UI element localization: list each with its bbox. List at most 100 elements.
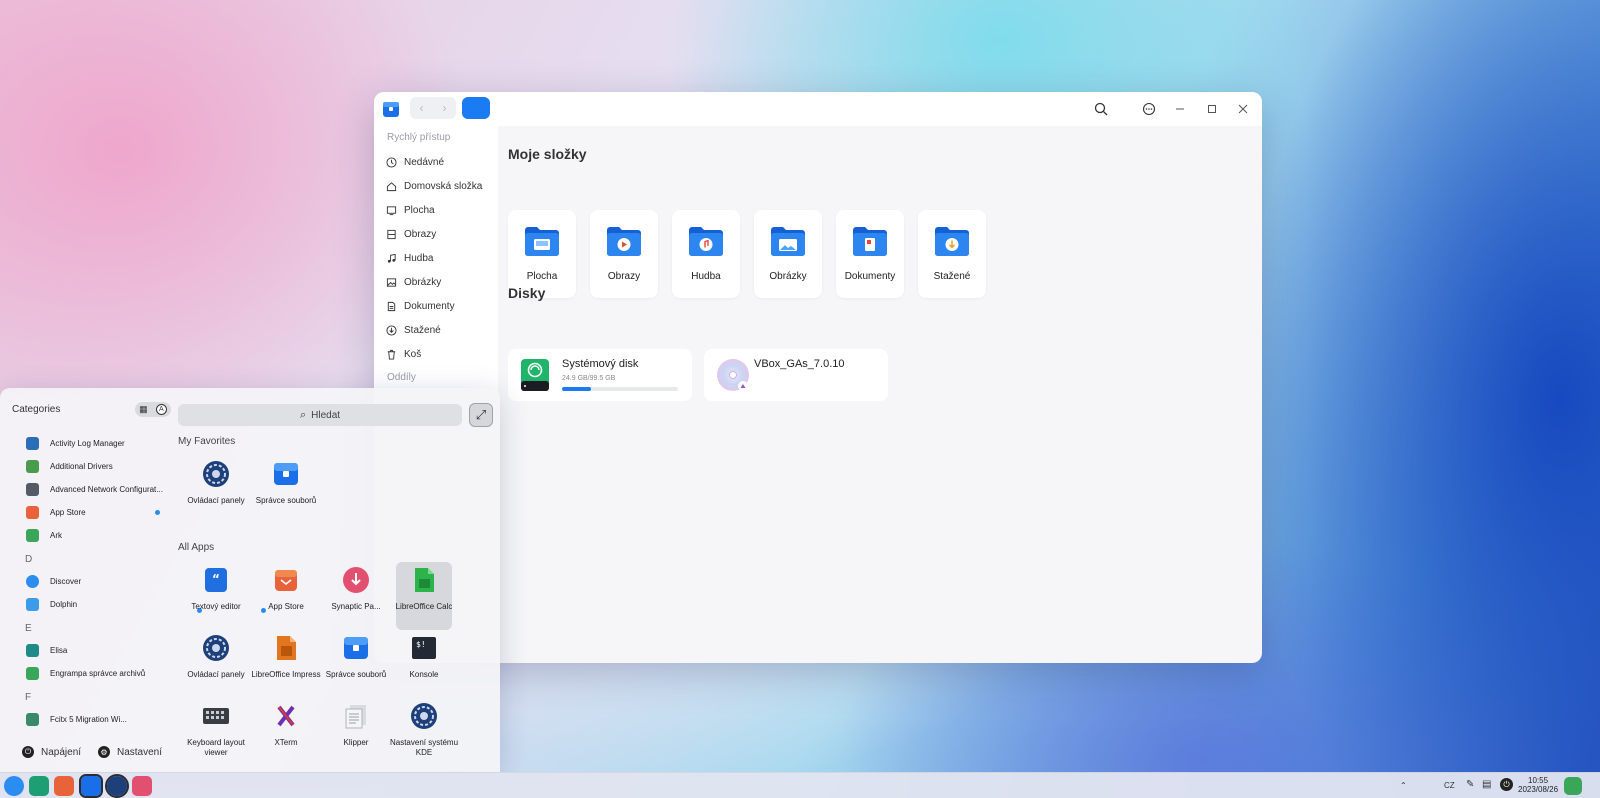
power-icon: ⏻ xyxy=(22,746,34,758)
sidebar-item-music[interactable]: Hudba xyxy=(386,250,433,266)
file-manager-app-icon xyxy=(383,102,399,117)
optical-disc-icon xyxy=(717,359,749,391)
minimize-icon[interactable] xyxy=(1171,100,1189,118)
power-button[interactable]: ⏻ Napájení xyxy=(22,746,81,758)
app-label: Ovládací panely xyxy=(187,496,245,505)
taskbar-app-synaptic[interactable] xyxy=(132,776,152,796)
list-item[interactable]: Elisa xyxy=(26,641,67,659)
app-label: Ovládací panely xyxy=(187,670,245,679)
trash-icon xyxy=(387,349,396,360)
location-button[interactable] xyxy=(462,97,490,119)
sidebar-item-label: Hudba xyxy=(404,252,434,264)
list-item[interactable]: Advanced Network Configurat... xyxy=(26,480,163,498)
letter-heading: D xyxy=(25,554,33,565)
file-manager-icon xyxy=(274,463,298,485)
more-options-icon[interactable] xyxy=(1140,100,1158,118)
show-desktop-button[interactable] xyxy=(1564,777,1582,795)
sidebar-item-videos[interactable]: Obrazy xyxy=(386,226,436,242)
list-item[interactable]: Fcitx 5 Migration Wi... xyxy=(26,710,127,728)
folder-label: Dokumenty xyxy=(844,271,896,282)
folder-label: Obrazy xyxy=(607,271,641,282)
settings-button[interactable]: ⚙ Nastavení xyxy=(98,746,162,758)
app-tile[interactable]: Synaptic Pa... xyxy=(328,562,384,630)
file-manager-icon xyxy=(344,637,368,659)
close-icon[interactable] xyxy=(1234,100,1252,118)
list-item[interactable]: Engrampa správce archivů xyxy=(26,664,145,682)
disk-usage-text: 24.9 GB/99.5 GB xyxy=(562,375,616,382)
app-tile[interactable]: “ Textový editor xyxy=(188,562,244,630)
app-tile[interactable]: LibreOffice Impress xyxy=(251,630,321,698)
libreoffice-impress-icon xyxy=(277,636,296,660)
disk-system[interactable]: Systémový disk 24.9 GB/99.5 GB xyxy=(508,349,692,401)
search-input[interactable]: ⌕ Hledat xyxy=(178,404,462,426)
drive-icon[interactable]: ▤ xyxy=(1482,779,1491,790)
chevron-up-icon[interactable]: ⌃ xyxy=(1400,781,1407,790)
list-item[interactable]: Ark xyxy=(26,526,62,544)
app-label: LibreOffice Calc xyxy=(395,602,453,611)
clock[interactable]: 10:55 2023/08/26 xyxy=(1518,776,1558,794)
download-icon xyxy=(386,324,397,336)
app-tile[interactable]: App Store xyxy=(258,562,314,630)
home-icon xyxy=(386,181,397,191)
folder-videos[interactable]: Obrazy xyxy=(590,210,658,298)
search-icon[interactable] xyxy=(1092,100,1110,118)
list-item-label: Advanced Network Configurat... xyxy=(50,484,163,494)
alphabetical-view-icon[interactable]: A xyxy=(155,404,167,415)
back-button[interactable]: ‹ xyxy=(410,97,433,119)
taskbar-app-store[interactable] xyxy=(54,776,74,796)
app-tile[interactable]: Nastavení systému KDE xyxy=(390,698,458,766)
file-manager-window: ‹ › Rychlý přístup Nedávné Domovská slož… xyxy=(374,92,1262,663)
folder-music[interactable]: Hudba xyxy=(672,210,740,298)
sidebar-item-recent[interactable]: Nedávné xyxy=(386,154,444,170)
sidebar-item-downloads[interactable]: Stažené xyxy=(386,322,441,338)
clock-time: 10:55 xyxy=(1528,776,1549,785)
list-item[interactable]: Dolphin xyxy=(26,595,77,613)
sidebar-item-home[interactable]: Domovská složka xyxy=(386,178,482,194)
folder-documents[interactable]: Dokumenty xyxy=(836,210,904,298)
app-tile[interactable]: Ovládací panely xyxy=(187,456,245,524)
app-tile[interactable]: Správce souborů xyxy=(326,630,386,698)
search-icon: ⌕ xyxy=(299,408,307,421)
folder-downloads[interactable]: Stažené xyxy=(918,210,986,298)
network-icon xyxy=(26,482,39,496)
fcitx-icon xyxy=(26,712,39,726)
grid-view-icon[interactable]: ▦ xyxy=(139,404,148,415)
desktop-folder-icon xyxy=(525,227,559,256)
app-tile[interactable]: Ovládací panely xyxy=(187,630,245,698)
taskbar-app-settings[interactable] xyxy=(105,774,129,798)
dolphin-icon xyxy=(26,597,39,611)
sidebar-item-desktop[interactable]: Plocha xyxy=(386,202,435,218)
keyboard-layout-indicator[interactable]: CZ xyxy=(1444,781,1455,790)
app-tile[interactable]: $! Konsole xyxy=(396,630,452,698)
folder-pictures[interactable]: Obrázky xyxy=(754,210,822,298)
maximize-icon[interactable] xyxy=(1203,100,1221,118)
disk-vbox[interactable]: VBox_GAs_7.0.10 xyxy=(704,349,888,401)
app-tile[interactable]: Správce souborů xyxy=(256,456,316,524)
text-editor-icon: “ xyxy=(205,568,227,592)
search-placeholder: Hledat xyxy=(311,409,341,421)
pen-icon[interactable]: ✎ xyxy=(1466,779,1474,790)
forward-button[interactable]: › xyxy=(433,97,456,119)
fullscreen-toggle-button[interactable]: ⤢ xyxy=(469,403,493,427)
sidebar-item-pictures[interactable]: Obrázky xyxy=(386,274,441,290)
disk-name: VBox_GAs_7.0.10 xyxy=(754,358,845,370)
settings-label: Nastavení xyxy=(117,746,163,758)
app-tile[interactable]: Keyboard layout viewer xyxy=(187,698,245,766)
control-panel-icon xyxy=(203,461,229,487)
sidebar-item-trash[interactable]: Koš xyxy=(386,346,421,362)
taskbar-app-monitor[interactable] xyxy=(29,776,49,796)
list-item[interactable]: Activity Log Manager xyxy=(26,434,125,452)
xterm-icon xyxy=(276,705,296,727)
list-item[interactable]: App Store xyxy=(26,503,86,521)
sidebar-item-documents[interactable]: Dokumenty xyxy=(386,298,455,314)
power-tray-icon[interactable]: ⏻ xyxy=(1500,778,1513,791)
list-item-label: Fcitx 5 Migration Wi... xyxy=(50,714,127,724)
app-tile[interactable]: Klipper xyxy=(328,698,384,766)
launcher-button[interactable] xyxy=(4,776,24,796)
view-mode-toggle[interactable]: ▦ A xyxy=(135,402,171,417)
list-item[interactable]: Discover xyxy=(26,572,81,590)
app-tile[interactable]: LibreOffice Calc xyxy=(396,562,452,630)
list-item[interactable]: Additional Drivers xyxy=(26,457,113,475)
taskbar-app-file-manager[interactable] xyxy=(79,774,103,798)
app-tile[interactable]: XTerm xyxy=(258,698,314,766)
